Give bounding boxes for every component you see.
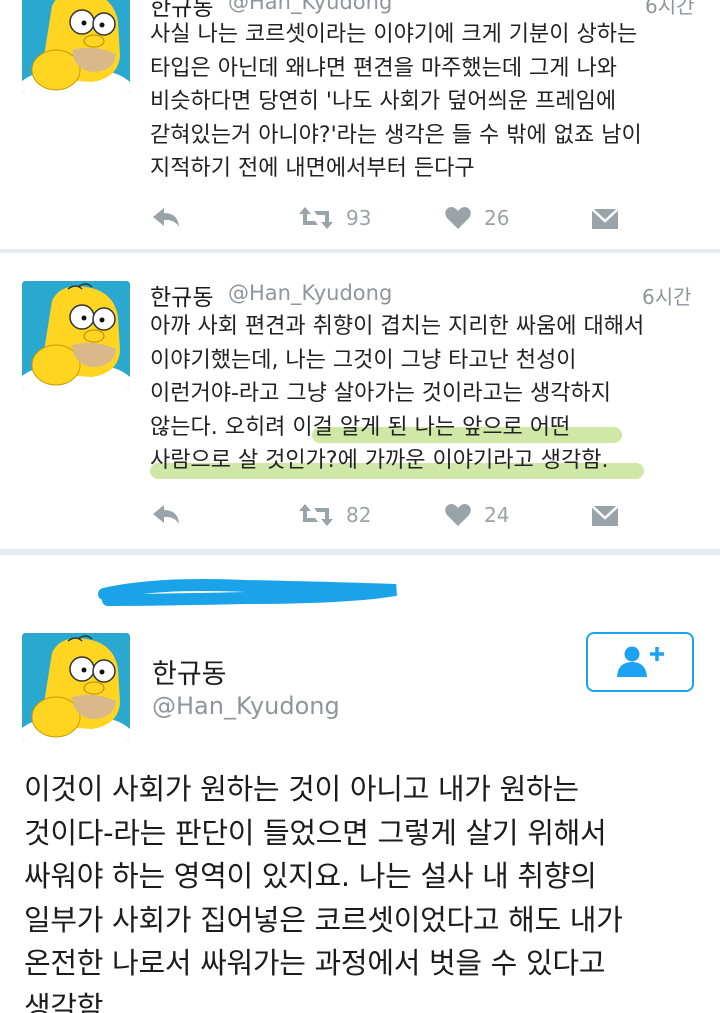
tweet-author-handle: @Han_Kyudong	[228, 0, 393, 14]
retweet-count: 82	[346, 503, 372, 527]
tweet-actions: 82 24	[150, 497, 630, 537]
tweet-timestamp[interactable]: 6시간	[645, 0, 695, 19]
main-tweet-text: 이것이 사회가 원하는 것이 아니고 내가 원하는 것이다-라는 판단이 들었으…	[24, 772, 623, 1013]
tweet-author-name[interactable]: 한규동	[150, 278, 213, 312]
avatar[interactable]	[22, 0, 130, 94]
dm-button[interactable]	[590, 200, 620, 236]
reply-button[interactable]	[150, 200, 182, 236]
retweet-icon	[299, 504, 333, 526]
homer-avatar-icon	[22, 0, 130, 94]
profile-avatar[interactable]	[22, 633, 130, 741]
reply-button[interactable]	[150, 497, 182, 533]
tweet-author-handle: @Han_Kyudong	[228, 281, 393, 305]
retweet-button[interactable]: 93	[298, 200, 371, 236]
reply-icon	[153, 505, 179, 524]
avatar[interactable]	[22, 281, 130, 389]
divider	[0, 549, 720, 555]
like-button[interactable]: 26	[444, 200, 509, 236]
retweet-icon	[299, 207, 333, 229]
homer-avatar-icon	[22, 633, 130, 741]
tweet-2[interactable]: 한규동 @Han_Kyudong 6시간 아까 사회 편견과 취향이 겹치는 지…	[0, 253, 720, 553]
profile-handle: @Han_Kyudong	[152, 692, 340, 720]
tweet-timestamp[interactable]: 6시간	[642, 281, 692, 310]
homer-avatar-icon	[22, 281, 130, 389]
dm-icon	[591, 208, 619, 229]
heart-icon	[445, 207, 471, 229]
heart-icon	[445, 504, 471, 526]
profile-name[interactable]: 한규동	[152, 652, 227, 691]
like-count: 24	[484, 503, 510, 527]
reply-icon	[153, 208, 179, 227]
redaction-scribble	[98, 579, 397, 606]
follow-button[interactable]	[586, 632, 694, 692]
like-button[interactable]: 24	[444, 497, 509, 533]
dm-icon	[591, 505, 619, 526]
follow-icon	[617, 646, 664, 677]
like-count: 26	[484, 206, 510, 230]
tweet-text: 사실 나는 코르셋이라는 이야기에 크게 기분이 상하는 타입은 아닌데 왜냐면…	[150, 22, 642, 181]
retweet-count: 93	[346, 206, 372, 230]
tweet-1[interactable]: 한규동 @Han_Kyudong 6시간 사실 나는 코르셋이라는 이야기에 크…	[0, 0, 720, 253]
retweet-button[interactable]: 82	[298, 497, 371, 533]
tweet-actions: 93 26	[150, 200, 630, 240]
dm-button[interactable]	[590, 497, 620, 533]
tweet-text: 아까 사회 편견과 취향이 겹치는 지리한 싸움에 대해서 이야기했는데, 나는…	[150, 314, 645, 473]
